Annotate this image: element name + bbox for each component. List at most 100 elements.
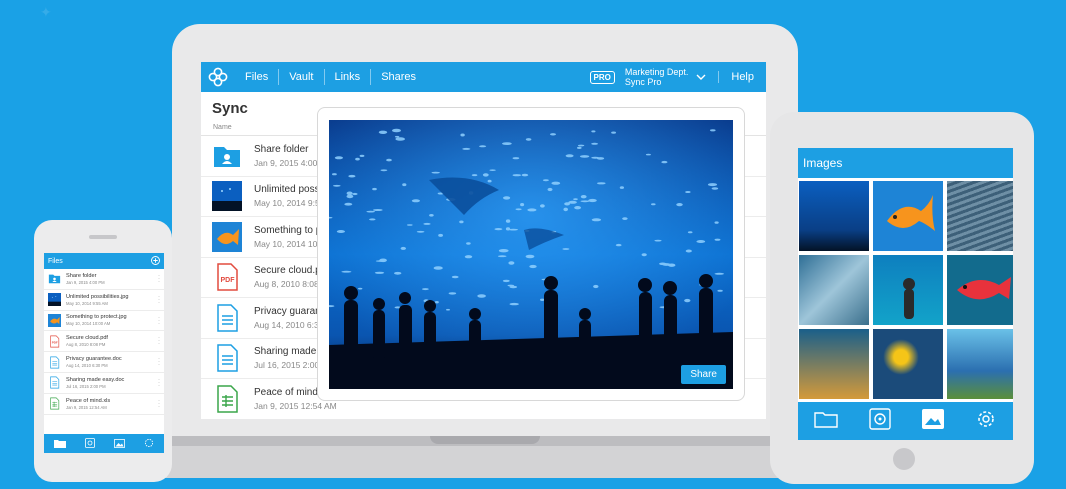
nav-help[interactable]: Help [718,71,766,83]
fish-mark [446,308,450,311]
fish-mark [438,233,443,237]
fish-mark [577,144,585,147]
fish-school-thumbnail[interactable] [947,181,1013,251]
yellow-fish-thumbnail[interactable] [873,329,943,399]
coral-thumbnail[interactable] [799,329,869,399]
more-options-icon[interactable]: · · · [158,294,160,306]
folder-icon[interactable] [813,410,838,433]
fish-mark [580,195,587,199]
fish-mark [515,208,522,211]
fish-mark [707,183,718,187]
fish-mark [372,209,383,211]
list-item[interactable]: Peace of mind.xls Jan 9, 2015 12:54 AM ·… [44,394,164,415]
fish-mark [622,217,628,220]
list-item[interactable]: Sharing made easy.doc Jul 16, 2015 2:00 … [44,373,164,394]
fish-mark [717,289,723,292]
red-fish-thumbnail[interactable] [947,255,1013,325]
add-icon[interactable] [151,255,160,267]
list-item-name: Share folder [66,272,97,279]
fish-mark [709,129,716,132]
list-item[interactable]: Privacy guarantee.doc Aug 14, 2010 6:30 … [44,352,164,373]
share-button[interactable]: Share [681,365,726,384]
fish-mark [687,231,693,234]
goldfish-thumbnail [212,221,242,252]
tablet-home-button[interactable] [893,448,915,470]
list-item-name: Peace of mind.xls [66,397,111,404]
chevron-down-icon[interactable] [696,71,706,83]
list-item-info: Privacy guarantee.doc Aug 14, 2010 6:30 … [66,356,122,368]
fish-mark [619,186,624,189]
phone-title: Files [48,257,63,265]
fish-mark [464,255,473,259]
pdf-icon: PDF [48,335,61,348]
phone-header: Files [44,253,164,269]
list-item-info: Sharing made easy.doc Jul 16, 2015 2:00 … [66,377,124,389]
fish-mark [685,191,691,193]
fish-mark [525,254,535,259]
fish-mark [676,203,683,207]
more-options-icon[interactable]: · · · [158,315,160,327]
more-options-icon[interactable]: · · · [158,377,160,389]
fish-mark [521,173,529,177]
fish-mark [406,224,413,226]
tablet-screen: Images [798,148,1013,440]
doc-icon [48,376,61,389]
fish-mark [448,292,457,295]
fish-mark [651,203,656,206]
fish-mark [563,207,568,212]
file-name: Secure cloud.pd [254,265,327,277]
fish-mark [645,153,651,156]
fish-mark [685,249,692,253]
account-menu[interactable]: Marketing Dept. Sync Pro [625,67,689,87]
fish-mark [696,240,706,243]
list-item[interactable]: Share folder Jan 9, 2015 4:00 PM · · · [44,269,164,290]
fish-mark [394,135,400,138]
blue-fish-thumbnail[interactable] [947,329,1013,399]
fish-mark [466,242,471,245]
sync-logo-icon[interactable] [201,67,235,87]
fish-mark [497,255,507,258]
fish-mark [334,156,343,160]
nav-vault[interactable]: Vault [278,69,323,85]
fish-mark [336,230,345,233]
more-options-icon[interactable]: · · · [158,273,160,285]
list-item[interactable]: PDF Secure cloud.pdf Aug 8, 2010 8:08 PM… [44,331,164,353]
fish-mark [565,154,574,158]
image-icon[interactable] [922,408,945,434]
fish-mark [508,261,515,265]
list-item[interactable]: Something to protect.jpg May 10, 2014 10… [44,311,164,332]
fish-mark [662,263,671,266]
list-item[interactable]: Unlimited possibilities.jpg May 10, 2014… [44,290,164,311]
goldfish-thumbnail[interactable] [873,181,943,251]
gear-icon[interactable] [144,435,154,453]
file-info: Secure cloud.pd Aug 8, 2010 8:08 [254,265,326,289]
fish-mark [489,169,496,171]
nav-shares[interactable]: Shares [370,69,426,85]
list-item-date: Aug 8, 2010 8:08 PM [66,342,106,348]
nav-files[interactable]: Files [235,69,278,85]
folder-icon[interactable] [53,435,66,453]
fish-mark [369,218,376,221]
vault-icon[interactable] [84,435,95,453]
fish-mark [577,146,582,149]
list-item-info: Unlimited possibilities.jpg May 10, 2014… [66,294,129,306]
image-icon[interactable] [114,435,126,453]
more-options-icon[interactable]: · · · [158,335,160,347]
fish-mark [520,203,525,207]
gear-icon[interactable] [975,408,997,435]
file-date: Jan 9, 2015 4:00 [254,157,318,168]
reef-thumbnail[interactable] [799,255,869,325]
vault-icon[interactable] [869,407,891,435]
more-options-icon[interactable]: · · · [158,398,160,410]
fish-mark [400,246,406,250]
file-info: Sharing made e Jul 16, 2015 2:00 [254,346,325,370]
more-options-icon[interactable]: · · · [158,356,160,368]
file-date: May 10, 2014 10 [254,238,318,249]
fish-mark [346,191,353,196]
nav-links[interactable]: Links [323,69,371,85]
fish-mark [611,131,616,134]
fish-mark [591,156,600,159]
aquarium-thumbnail[interactable] [799,181,869,251]
fish-mark [429,214,434,217]
visitor-thumbnail[interactable] [873,255,943,325]
